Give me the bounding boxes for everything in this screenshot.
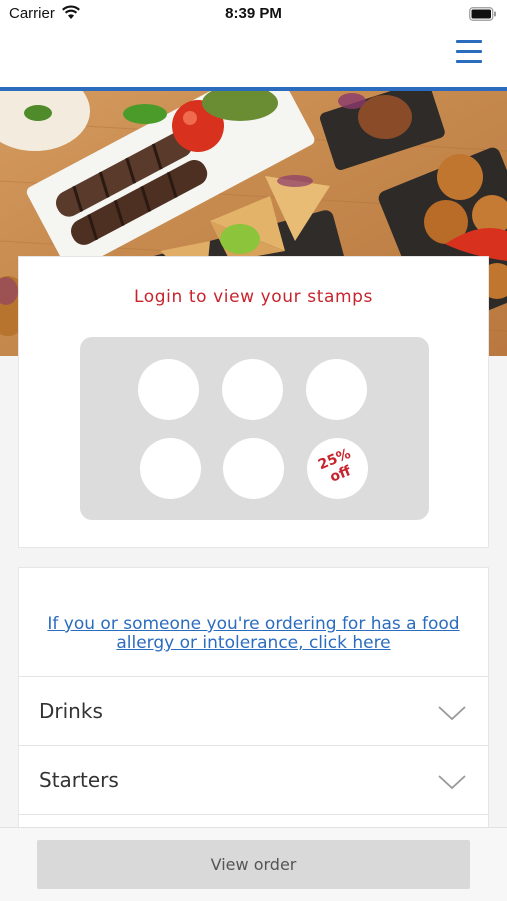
stamp-slot — [223, 438, 284, 499]
category-row-drinks[interactable]: Drinks — [19, 676, 488, 745]
stamp-slot — [222, 359, 283, 420]
stamp-slot — [140, 438, 201, 499]
footer-bar: View order — [0, 827, 507, 901]
stamp-slot — [306, 359, 367, 420]
menu-card: If you or someone you're ordering for ha… — [18, 567, 489, 867]
reward-label: 25% off — [315, 445, 354, 486]
chevron-down-icon — [438, 774, 466, 794]
stamp-slot — [138, 359, 199, 420]
category-label: Drinks — [39, 699, 103, 723]
nav-bar — [0, 30, 507, 91]
hamburger-menu-icon[interactable] — [456, 40, 482, 66]
stamp-board: 25% off — [80, 337, 429, 520]
view-order-button[interactable]: View order — [37, 840, 470, 889]
chevron-down-icon — [438, 705, 466, 725]
category-row-starters[interactable]: Starters — [19, 745, 488, 814]
reward-stamp: 25% off — [307, 438, 368, 499]
battery-icon — [469, 6, 497, 25]
allergy-info-link[interactable]: If you or someone you're ordering for ha… — [19, 615, 488, 653]
stamps-login-prompt[interactable]: Login to view your stamps — [19, 287, 488, 307]
stamp-card: Login to view your stamps 25% off — [18, 256, 489, 548]
status-bar: Carrier 8:39 PM — [0, 0, 507, 30]
category-label: Starters — [39, 768, 119, 792]
clock: 8:39 PM — [225, 5, 282, 22]
